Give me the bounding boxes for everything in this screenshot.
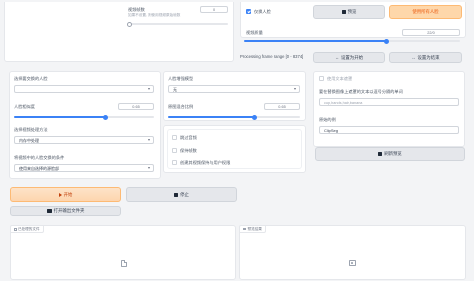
similarity-slider[interactable] [14,114,154,120]
refresh-icon [378,152,383,156]
text-mask-placeholder: cup,hands,hair,banana [324,101,363,105]
keep-face-checkbox[interactable] [246,9,251,14]
use-text-mask-checkbox[interactable] [319,76,324,81]
keep-face-label: 仅换人脸 [254,9,271,14]
fps-slider[interactable] [127,21,228,27]
skip-audio-label: 跳过音频 [180,135,197,140]
similarity-input[interactable]: 0.65 [118,103,154,110]
select-face-dropdown[interactable] [14,85,154,93]
video-quality-label: 视频质量 [246,30,263,35]
enhance-label: 人脸增强模型 [168,76,194,81]
enhance-dropdown[interactable]: 无 [168,85,300,93]
open-folder-label: 打开输出文件夹 [53,208,85,213]
text-mask-hint-label: 要在替换图像上遮罩的文本以逗号分隔的单词 [319,89,403,94]
fps-input[interactable]: 0 [200,6,228,13]
use-all-faces-label: 使用所有人脸 [412,9,439,14]
open-folder-button[interactable]: 打开输出文件夹 [10,206,121,216]
select-mode-value: 内存中处理 [19,138,39,143]
processed-file-panel[interactable]: 已处理的文件 [10,225,236,280]
face-swap-condition-value: 使用来自选择的源脸部 [19,166,59,171]
select-face-label: 选择要交换的人脸 [14,76,48,81]
col3-panel [313,71,465,147]
set-start-button[interactable]: ↔ 设置为开始 [313,52,385,63]
preview-button[interactable]: 预览 [313,5,385,19]
similarity-fill [14,116,105,118]
file-icon [121,260,127,267]
blend-label: 原图混合比例 [168,104,194,109]
blend-input[interactable]: 0.65 [264,103,300,110]
preview-result-tag: 预览结果 [239,225,266,233]
file-tag-icon [14,227,17,231]
image-tag-icon [243,227,246,231]
fps-hint: 如果不设置, 则使用视频原始帧数 [128,13,181,17]
set-start-icon: ↔ [335,55,340,60]
processing-range-label: Processing frame range [0 - 8374] [240,54,304,59]
use-text-mask-label: 使用文本遮罩 [327,76,353,81]
face-swap-condition-label: 将视频中的人脸交换的条件 [14,155,65,160]
set-end-label: 设置为结束 [417,54,440,60]
fps-slider-thumb[interactable] [127,21,132,27]
keep-frames-checkbox[interactable] [172,148,177,153]
skip-audio-checkbox[interactable] [172,135,177,140]
start-button-label: 开始 [63,191,73,197]
preview-icon [341,10,346,14]
chevron-down-icon [148,167,150,169]
preview-button-label: 预览 [347,9,357,14]
processed-file-label: 已处理的文件 [18,227,40,231]
clip-input[interactable]: ClipSeg [319,126,459,134]
enhance-value: 无 [173,87,177,92]
blend-thumb[interactable] [251,114,257,120]
refresh-preview-button[interactable]: 刷新预览 [315,147,465,161]
face-swap-condition-dropdown[interactable]: 使用来自选择的源脸部 [14,164,154,172]
clip-label: 原始的例 [319,117,336,122]
text-mask-input[interactable]: cup,hands,hair,banana [319,98,459,106]
blend-fill [168,116,254,118]
similarity-thumb[interactable] [102,114,108,120]
blend-slider[interactable] [168,114,300,120]
set-end-icon: ↔ [411,55,416,60]
stop-button[interactable]: 停止 [126,187,237,202]
set-end-button[interactable]: ↔ 设置为结束 [389,52,462,63]
video-quality-slider[interactable] [244,38,460,44]
preview-result-panel[interactable]: 预览结果 [239,225,466,280]
preview-result-label: 预览结果 [247,227,262,231]
create-video-label: 创建其视频保持与用户权限 [180,160,231,165]
set-start-label: 设置为开始 [341,54,363,60]
use-all-faces-button[interactable]: 使用所有人脸 [389,5,462,19]
stop-icon [174,192,179,197]
video-quality-input[interactable]: 22/0 [402,29,460,36]
video-quality-fill [244,40,386,42]
processed-file-tag: 已处理的文件 [10,225,44,233]
folder-icon [46,209,52,213]
create-video-checkbox[interactable] [172,160,177,165]
chevron-down-icon [148,139,150,141]
select-mode-label: 选择视频处理方法 [14,127,48,132]
clip-value: ClipSeg [324,128,339,133]
chevron-down-icon [294,88,296,90]
similarity-label: 人脸相似度 [14,104,35,109]
play-icon [58,192,62,197]
stop-button-label: 停止 [180,191,189,197]
video-quality-thumb[interactable] [384,38,389,44]
image-icon [349,260,356,266]
select-mode-dropdown[interactable]: 内存中处理 [14,136,154,144]
start-button[interactable]: 开始 [10,187,121,202]
chevron-down-icon [148,88,150,90]
fps-setting: 视频帧数 如果不设置, 则使用视频原始帧数 0 [124,2,234,28]
keep-frames-label: 保持帧数 [180,148,197,153]
refresh-preview-label: 刷新预览 [384,151,402,156]
